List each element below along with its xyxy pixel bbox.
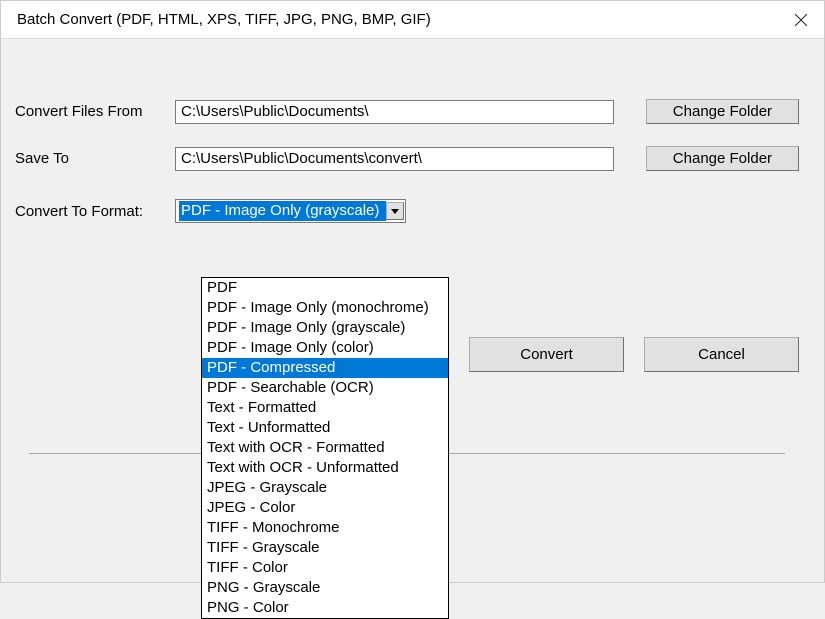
format-option[interactable]: JPEG - Grayscale [202,478,448,498]
convert-from-input[interactable] [175,100,614,124]
format-dropdown-list[interactable]: PDFPDF - Image Only (monochrome)PDF - Im… [201,277,449,619]
cancel-button[interactable]: Cancel [644,337,799,372]
convert-button[interactable]: Convert [469,337,624,372]
close-button[interactable] [778,1,824,39]
format-option[interactable]: Text with OCR - Unformatted [202,458,448,478]
format-option[interactable]: PDF [202,278,448,298]
format-option[interactable]: PDF - Compressed [202,358,448,378]
format-option[interactable]: TIFF - Monochrome [202,518,448,538]
save-to-label: Save To [15,150,175,167]
format-option[interactable]: Text with OCR - Formatted [202,438,448,458]
format-label: Convert To Format: [15,203,175,220]
save-to-input[interactable] [175,147,614,171]
convert-from-label: Convert Files From [15,103,175,120]
convert-from-row: Convert Files From Change Folder [15,99,799,124]
titlebar: Batch Convert (PDF, HTML, XPS, TIFF, JPG… [1,1,824,39]
format-option[interactable]: Text - Unformatted [202,418,448,438]
format-option[interactable]: PDF - Image Only (color) [202,338,448,358]
format-option[interactable]: TIFF - Grayscale [202,538,448,558]
window-title: Batch Convert (PDF, HTML, XPS, TIFF, JPG… [17,11,431,28]
format-option[interactable]: JPEG - Color [202,498,448,518]
close-icon [795,14,807,26]
format-option[interactable]: PDF - Image Only (monochrome) [202,298,448,318]
dialog-body: Convert Files From Change Folder Save To… [15,39,799,223]
format-selected-value: PDF - Image Only (grayscale) [179,201,386,221]
change-folder-saveto-button[interactable]: Change Folder [646,146,799,171]
save-to-row: Save To Change Folder [15,146,799,171]
format-select[interactable]: PDF - Image Only (grayscale) [175,199,406,223]
format-option[interactable]: PDF - Image Only (grayscale) [202,318,448,338]
chevron-down-icon [391,209,399,214]
format-option[interactable]: TIFF - Color [202,558,448,578]
change-folder-from-button[interactable]: Change Folder [646,99,799,124]
format-dropdown-arrow[interactable] [386,202,404,220]
format-option[interactable]: PNG - Grayscale [202,578,448,598]
format-option[interactable]: Text - Formatted [202,398,448,418]
action-row: Convert Cancel [449,337,799,372]
format-option[interactable]: PDF - Searchable (OCR) [202,378,448,398]
format-row: Convert To Format: PDF - Image Only (gra… [15,199,799,223]
format-option[interactable]: PNG - Color [202,598,448,618]
